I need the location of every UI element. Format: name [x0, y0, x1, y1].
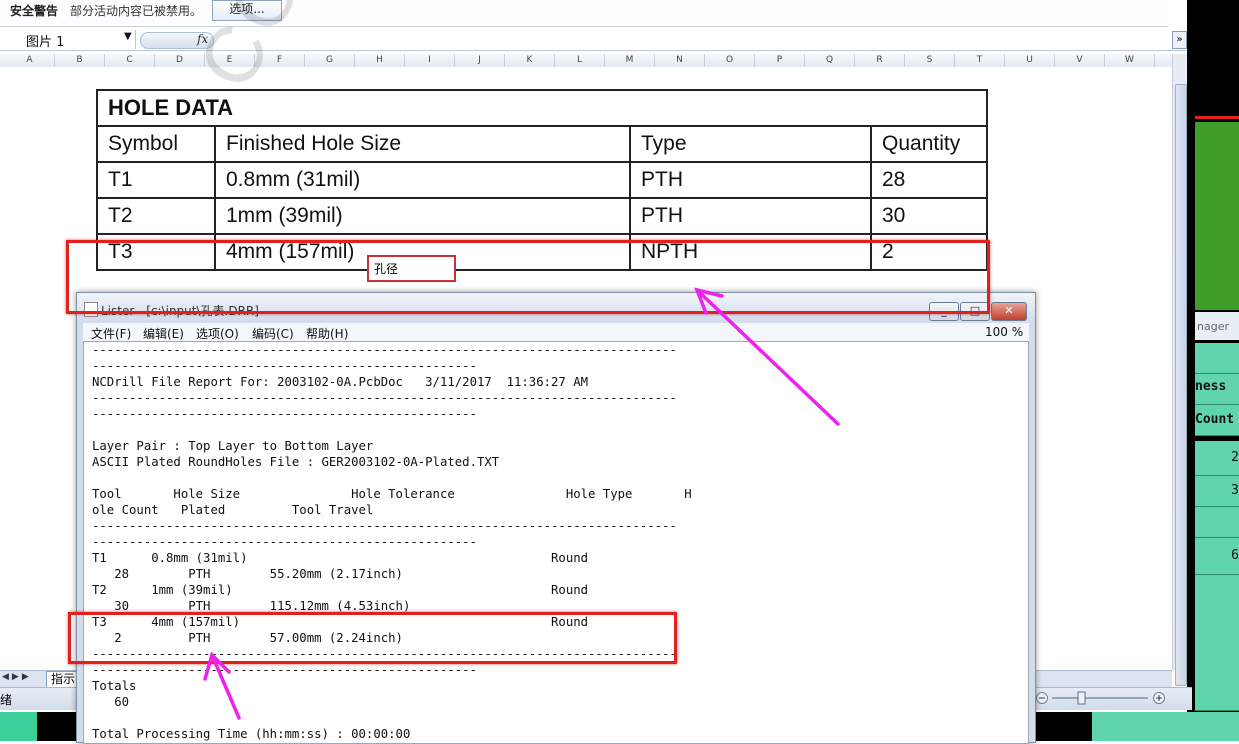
arrow-line-npth [695, 288, 840, 426]
annotation-arrows [203, 287, 840, 720]
arrow-line-pth [210, 653, 241, 720]
